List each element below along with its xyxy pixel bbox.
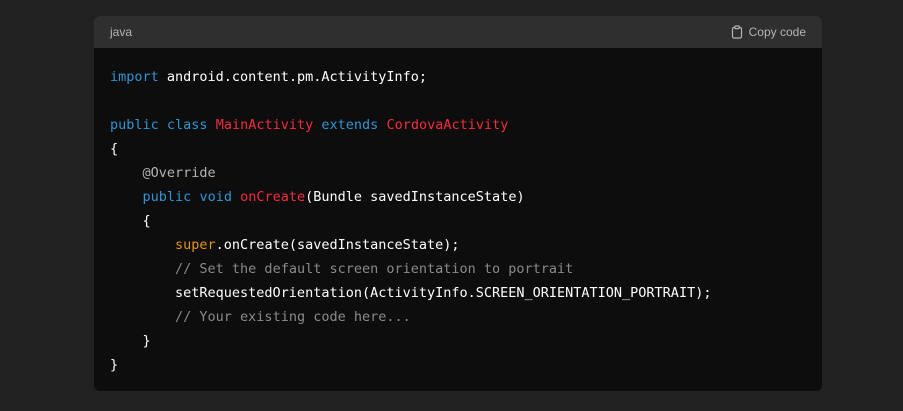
- code-token: // Set the default screen orientation to…: [175, 261, 574, 277]
- copy-code-label: Copy code: [748, 25, 806, 39]
- code-token: {: [110, 141, 119, 157]
- code-line: setRequestedOrientation(ActivityInfo.SCR…: [110, 281, 806, 305]
- code-header: java Copy code: [94, 16, 822, 48]
- code-token: import: [110, 69, 159, 85]
- code-line: {: [110, 209, 806, 233]
- code-line: // Set the default screen orientation to…: [110, 257, 806, 281]
- code-content: import android.content.pm.ActivityInfo; p…: [94, 48, 822, 377]
- code-token: super: [175, 237, 216, 253]
- code-line: }: [110, 353, 806, 377]
- language-label: java: [110, 25, 133, 39]
- code-line: public void onCreate(Bundle savedInstanc…: [110, 185, 806, 209]
- code-token: {: [110, 213, 151, 229]
- code-line: // Your existing code here...: [110, 305, 806, 329]
- code-token: public: [110, 117, 159, 133]
- code-token: MainActivity: [215, 117, 314, 133]
- code-line: }: [110, 329, 806, 353]
- code-token: @Override: [142, 165, 216, 181]
- code-token: (Bundle savedInstanceState): [305, 189, 525, 205]
- code-line: public class MainActivity extends Cordov…: [110, 113, 806, 137]
- code-token: // Your existing code here...: [175, 309, 411, 325]
- code-block: java Copy code import android.content.pm…: [94, 16, 822, 391]
- clipboard-icon: [730, 25, 744, 39]
- code-token: }: [110, 357, 119, 373]
- code-line: {: [110, 137, 806, 161]
- code-token: onCreate: [240, 189, 306, 205]
- code-line: @Override: [110, 161, 806, 185]
- code-token: extends: [321, 117, 379, 133]
- code-line: super.onCreate(savedInstanceState);: [110, 233, 806, 257]
- code-token: CordovaActivity: [386, 117, 509, 133]
- code-token: android.content.pm.ActivityInfo;: [158, 69, 427, 85]
- code-line: import android.content.pm.ActivityInfo;: [110, 65, 806, 89]
- code-token: void: [199, 189, 232, 205]
- code-token: class: [166, 117, 208, 133]
- code-token: setRequestedOrientation(ActivityInfo.SCR…: [110, 285, 712, 301]
- copy-code-button[interactable]: Copy code: [730, 25, 806, 39]
- code-token: }: [110, 333, 151, 349]
- code-token: .onCreate(savedInstanceState);: [215, 237, 460, 253]
- code-token: public: [142, 189, 192, 205]
